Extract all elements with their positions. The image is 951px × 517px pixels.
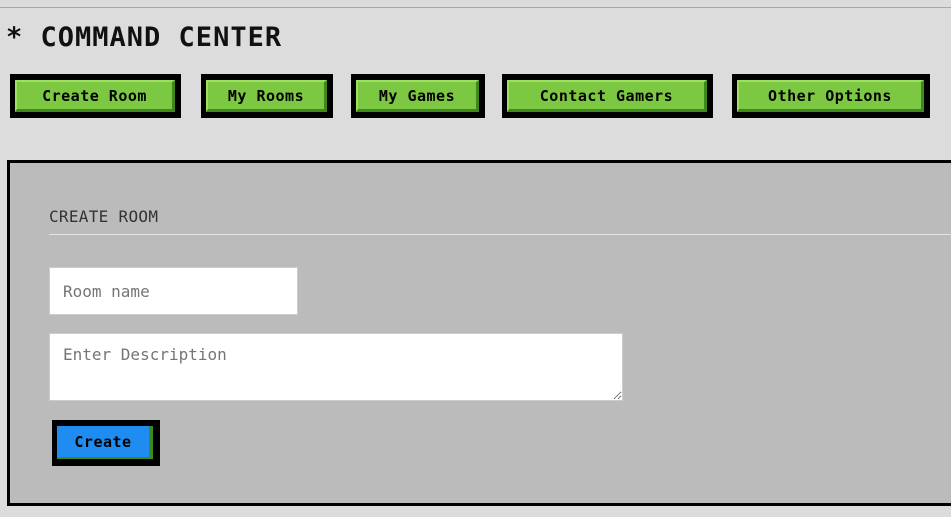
nav-other-options-button[interactable]: Other Options	[732, 74, 930, 118]
nav-button-label: My Games	[356, 80, 479, 112]
create-button-label: Create	[57, 426, 153, 459]
description-textarea[interactable]	[49, 333, 623, 401]
nav-contact-gamers-button[interactable]: Contact Gamers	[502, 74, 713, 118]
page-title: * COMMAND CENTER	[6, 22, 283, 53]
create-button[interactable]: Create	[52, 420, 160, 466]
nav-my-games-button[interactable]: My Games	[351, 74, 485, 118]
section-title: CREATE ROOM	[49, 207, 159, 226]
nav-button-label: My Rooms	[206, 80, 327, 112]
nav-button-label: Other Options	[737, 80, 924, 112]
top-divider	[0, 7, 951, 8]
section-divider	[49, 234, 951, 235]
nav-button-label: Contact Gamers	[507, 80, 707, 112]
nav-button-label: Create Room	[15, 80, 175, 112]
nav-my-rooms-button[interactable]: My Rooms	[201, 74, 333, 118]
nav-create-room-button[interactable]: Create Room	[10, 74, 181, 118]
create-room-panel: CREATE ROOM Create	[7, 160, 951, 506]
room-name-input[interactable]	[49, 267, 298, 315]
